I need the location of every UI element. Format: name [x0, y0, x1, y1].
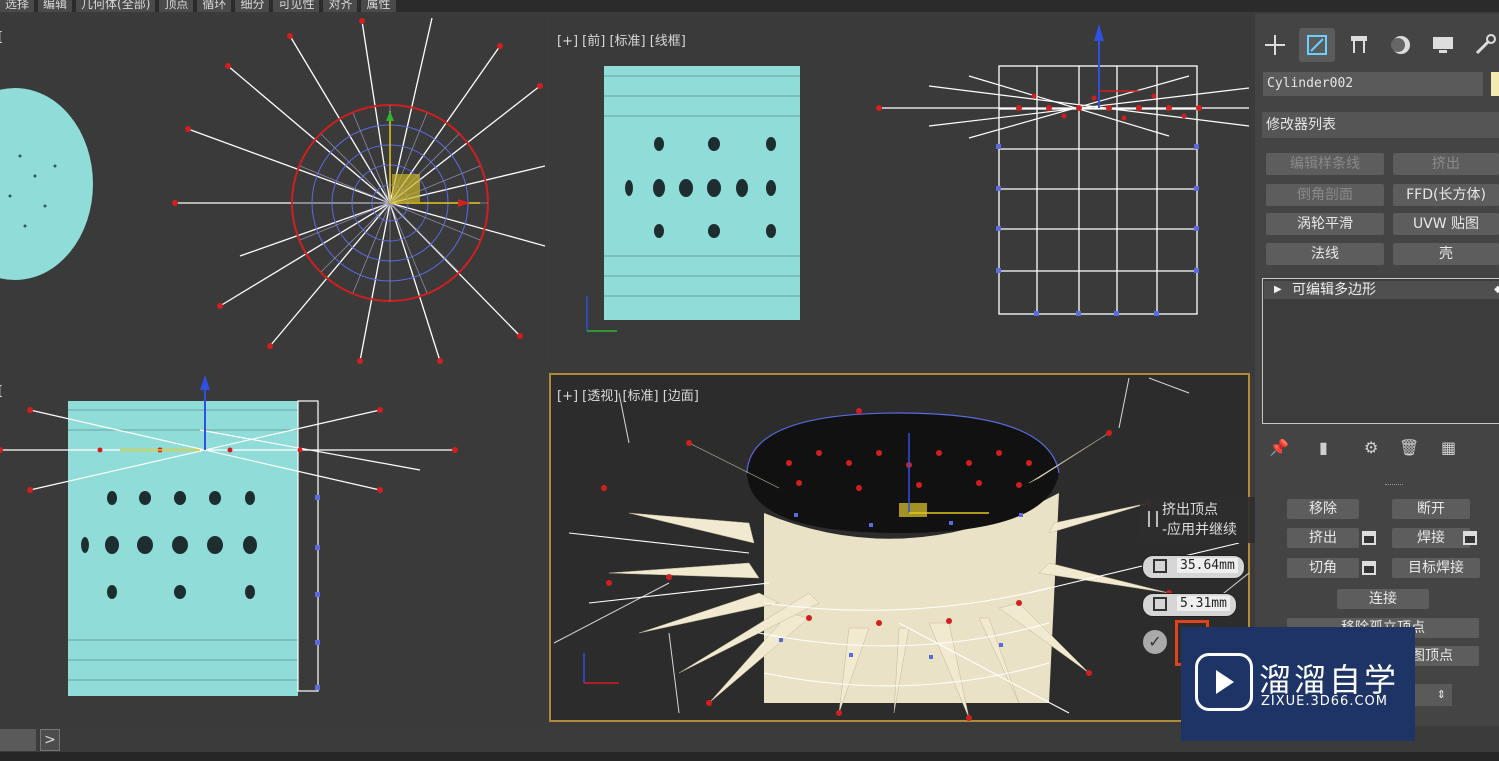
viewport-perspective-label[interactable]: [+] [透视] [标准] [边面] [557, 385, 699, 404]
extrude-modifier-button[interactable]: 挤出 [1393, 153, 1499, 175]
remove-modifier-icon[interactable]: 🗑 [1399, 438, 1419, 457]
object-name-field[interactable]: Cylinder002 [1263, 72, 1483, 96]
show-end-result-icon[interactable]: ▮ [1319, 438, 1328, 457]
modifier-stack: ▶ 可编辑多边形 ◆ [1262, 278, 1499, 424]
target-weld-button[interactable]: 目标焊接 [1392, 558, 1480, 578]
weight-spinner[interactable]: ⇕ [1412, 684, 1452, 706]
viewport-front[interactable]: [+] [前] [标准] [线框] [549, 16, 1250, 366]
ok-check-icon[interactable]: ✓ [1143, 630, 1167, 654]
ffd-box-button[interactable]: FFD(长方体) [1393, 184, 1499, 206]
viewport-perspective-scene [553, 377, 1250, 721]
configure-sets-icon[interactable]: ▦ [1441, 438, 1456, 457]
extrude-height-value[interactable]: 35.64mm [1177, 558, 1238, 573]
create-tab-icon[interactable] [1257, 28, 1293, 62]
rollout-divider [1385, 484, 1403, 488]
weld-vertex-button[interactable]: 焊接 [1392, 528, 1470, 548]
height-icon [1153, 559, 1167, 573]
viewport-top[interactable]: [ [0, 16, 545, 366]
stack-toolbar: 📌 ▮ ⚙ 🗑 ▦ [1269, 438, 1489, 460]
viewport-perspective[interactable]: [+] [透视] [标准] [边面] [549, 373, 1250, 722]
chamfer-vertex-button[interactable]: 切角 [1287, 558, 1359, 578]
connect-vertex-button[interactable]: 连接 [1337, 589, 1429, 609]
menu-select[interactable]: 选择 [0, 0, 35, 12]
remove-vertex-button[interactable]: 移除 [1287, 499, 1359, 519]
viewport-top-label[interactable]: [ [0, 30, 3, 45]
utilities-tab-icon[interactable] [1467, 28, 1499, 62]
stack-item-label: 可编辑多边形 [1292, 282, 1376, 298]
extrude-height-field[interactable]: 35.64mm [1142, 555, 1245, 579]
bevel-profile-button[interactable]: 倒角剖面 [1266, 184, 1384, 206]
extrude-icon [1148, 511, 1158, 527]
viewport-front-label[interactable]: [+] [前] [标准] [线框] [557, 30, 686, 49]
uvw-map-button[interactable]: UVW 贴图 [1393, 213, 1499, 235]
display-tab-icon[interactable] [1425, 28, 1461, 62]
motion-tab-icon[interactable] [1383, 28, 1419, 62]
menu-vertices[interactable]: 顶点 [159, 0, 194, 12]
menu-loops[interactable]: 循环 [197, 0, 232, 12]
width-icon [1153, 597, 1167, 611]
viewport-left[interactable]: [ [0, 370, 545, 722]
viewport-front-scene [586, 24, 1250, 332]
chamfer-settings-icon[interactable] [1362, 561, 1376, 575]
weld-settings-icon[interactable] [1463, 531, 1477, 545]
pin-stack-icon[interactable]: 📌 [1269, 438, 1289, 457]
watermark-url: ZIXUE.3D66.COM [1261, 694, 1388, 709]
break-vertex-button[interactable]: 断开 [1392, 499, 1470, 519]
caddy-title: 挤出顶点 [1162, 502, 1218, 518]
menu-geometry[interactable]: 几何体(全部) [76, 0, 156, 12]
stack-item-editable-poly[interactable]: ▶ 可编辑多边形 ◆ [1264, 281, 1499, 299]
caddy-subtitle: -应用并继续 [1162, 522, 1238, 538]
edit-spline-button[interactable]: 编辑样条线 [1266, 153, 1384, 175]
shell-button[interactable]: 壳 [1393, 243, 1499, 265]
menu-align[interactable]: 对齐 [323, 0, 358, 12]
menu-subdivision[interactable]: 细分 [235, 0, 270, 12]
menu-properties[interactable]: 属性 [361, 0, 396, 12]
time-next-button[interactable]: > [40, 729, 60, 751]
modify-tab-icon[interactable] [1299, 28, 1335, 62]
viewport-top-scene [0, 17, 545, 364]
menu-bar: 选择 编辑 几何体(全部) 顶点 循环 细分 可见性 对齐 属性 [0, 0, 1499, 12]
extrude-width-field[interactable]: 5.31mm [1142, 593, 1237, 617]
watermark: 溜溜自学 ZIXUE.3D66.COM [1181, 627, 1415, 741]
timeline-track[interactable] [0, 752, 1499, 761]
command-panel-tabs [1257, 28, 1499, 64]
time-slider[interactable] [0, 729, 36, 751]
watermark-logo-icon [1195, 653, 1253, 711]
hierarchy-tab-icon[interactable] [1341, 28, 1377, 62]
turbosmooth-button[interactable]: 涡轮平滑 [1266, 213, 1384, 235]
modifier-list-dropdown[interactable]: 修改器列表 [1262, 112, 1499, 138]
extrude-width-value[interactable]: 5.31mm [1177, 596, 1230, 611]
make-unique-icon[interactable]: ⚙ [1364, 438, 1378, 457]
extrude-vertex-button[interactable]: 挤出 [1287, 528, 1359, 548]
menu-edit[interactable]: 编辑 [38, 0, 73, 12]
normal-button[interactable]: 法线 [1266, 243, 1384, 265]
menu-visibility[interactable]: 可见性 [273, 0, 320, 12]
command-panel: Cylinder002 修改器列表 编辑样条线 挤出 倒角剖面 FFD(长方体)… [1255, 14, 1499, 726]
viewport-left-label[interactable]: [ [0, 384, 3, 399]
extrude-settings-icon[interactable] [1362, 531, 1376, 545]
object-color-swatch[interactable] [1491, 72, 1499, 96]
viewport-left-scene [0, 375, 458, 696]
caddy-tooltip: 挤出顶点 -应用并继续 [1140, 497, 1260, 543]
expand-arrow-icon[interactable]: ▶ [1274, 281, 1282, 299]
stack-dot-icon: ◆ [1494, 284, 1499, 295]
